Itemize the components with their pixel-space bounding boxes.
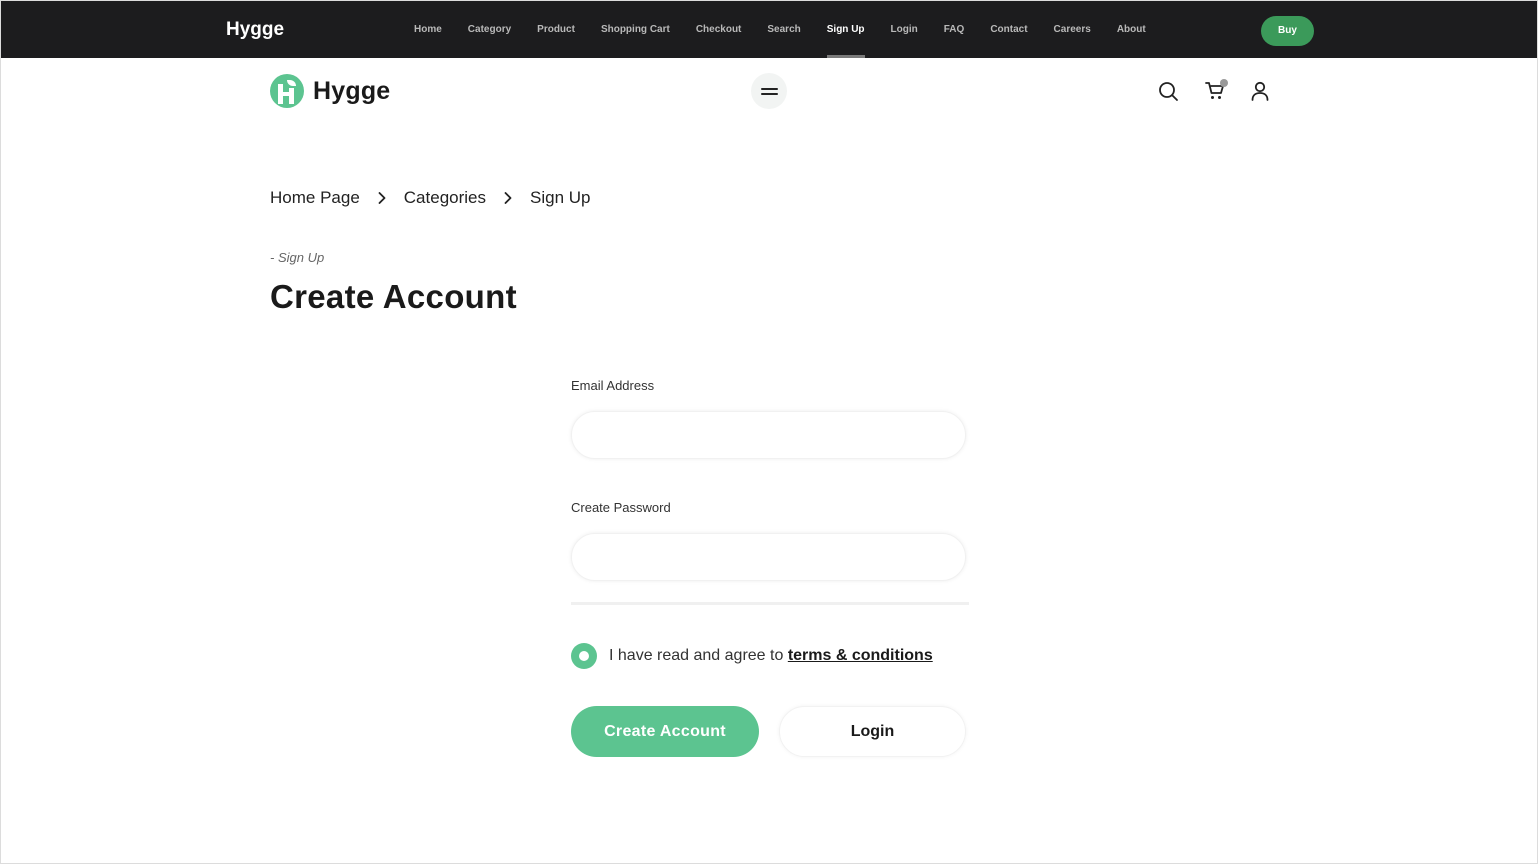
logo-text: Hygge bbox=[313, 76, 391, 105]
cart-icon[interactable] bbox=[1204, 78, 1230, 102]
site-logo[interactable]: Hygge bbox=[270, 74, 390, 108]
breadcrumb-sign-up: Sign Up bbox=[530, 188, 591, 207]
top-nav-checkout[interactable]: Checkout bbox=[696, 1, 742, 58]
breadcrumb-home[interactable]: Home Page bbox=[270, 188, 360, 208]
terms-agreement: I have read and agree to terms & conditi… bbox=[571, 643, 933, 669]
page-eyebrow: - Sign Up bbox=[270, 250, 325, 265]
password-label: Create Password bbox=[571, 500, 671, 515]
top-nav-careers[interactable]: Careers bbox=[1054, 1, 1091, 58]
agree-radio[interactable] bbox=[571, 643, 597, 669]
create-account-button[interactable]: Create Account bbox=[571, 706, 759, 757]
top-nav-search[interactable]: Search bbox=[767, 1, 800, 58]
top-nav-login[interactable]: Login bbox=[891, 1, 918, 58]
top-nav-category[interactable]: Category bbox=[468, 1, 511, 58]
password-field[interactable] bbox=[571, 533, 966, 581]
chevron-right-icon bbox=[377, 191, 387, 205]
menu-button[interactable] bbox=[751, 73, 787, 109]
menu-icon bbox=[761, 88, 778, 90]
chevron-right-icon bbox=[503, 191, 513, 205]
breadcrumb-categories[interactable]: Categories bbox=[404, 188, 486, 208]
top-nav-product[interactable]: Product bbox=[537, 1, 575, 58]
topbar-brand[interactable]: Hygge bbox=[226, 19, 284, 41]
form-divider bbox=[571, 602, 969, 605]
login-button[interactable]: Login bbox=[779, 706, 966, 757]
top-nav-about[interactable]: About bbox=[1117, 1, 1146, 58]
email-field[interactable] bbox=[571, 411, 966, 459]
top-nav-faq[interactable]: FAQ bbox=[944, 1, 965, 58]
logo-mark-icon bbox=[270, 74, 304, 108]
top-nav-home[interactable]: Home bbox=[414, 1, 442, 58]
buy-button[interactable]: Buy bbox=[1261, 16, 1314, 46]
top-nav-contact[interactable]: Contact bbox=[990, 1, 1027, 58]
top-nav: Home Category Product Shopping Cart Chec… bbox=[401, 1, 1159, 58]
breadcrumb: Home Page Categories Sign Up bbox=[270, 188, 590, 208]
top-nav-sign-up[interactable]: Sign Up bbox=[826, 1, 865, 58]
top-bar: Hygge Home Category Product Shopping Car… bbox=[1, 1, 1537, 58]
terms-link[interactable]: terms & conditions bbox=[788, 647, 933, 664]
email-label: Email Address bbox=[571, 378, 655, 393]
user-icon[interactable] bbox=[1249, 80, 1271, 102]
search-icon[interactable] bbox=[1157, 80, 1179, 102]
page-title: Create Account bbox=[270, 278, 517, 315]
agree-text: I have read and agree to bbox=[609, 647, 784, 664]
top-nav-shopping-cart[interactable]: Shopping Cart bbox=[601, 1, 670, 58]
